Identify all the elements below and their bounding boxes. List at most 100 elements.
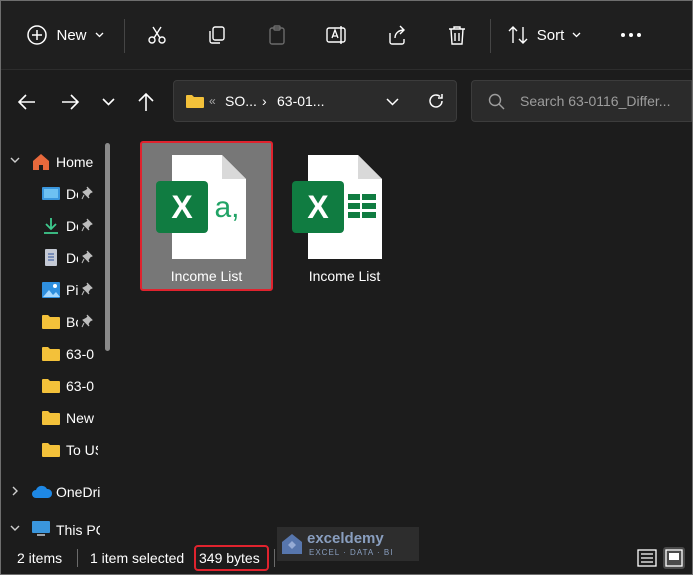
sidebar-item-documents[interactable]: Documents: [1, 243, 101, 273]
sort-button[interactable]: Sort: [504, 1, 584, 69]
sidebar-item-downloads[interactable]: Downloads: [1, 211, 101, 241]
item-count: 2 items: [17, 550, 63, 566]
svg-text:a,: a,: [214, 191, 239, 224]
more-icon: [621, 33, 641, 37]
new-button-label: New: [56, 26, 87, 44]
more-options-button[interactable]: [611, 1, 651, 69]
overflow-chevron[interactable]: «: [209, 94, 216, 108]
sidebar-item-label: Desktop: [66, 186, 78, 202]
status-bar: 2 items 1 item selected 349 bytes: [1, 543, 692, 574]
recent-locations-button[interactable]: [93, 81, 123, 123]
svg-text:X: X: [307, 189, 329, 225]
sidebar-item-pictures[interactable]: Pictures: [1, 275, 101, 305]
new-button[interactable]: New: [15, 1, 115, 69]
breadcrumb-2[interactable]: 63-01...: [277, 93, 324, 109]
pin-icon[interactable]: [81, 314, 93, 328]
copy-button[interactable]: [199, 1, 235, 69]
scissors-icon: [148, 26, 166, 44]
chevron-down-icon[interactable]: [386, 98, 399, 106]
sidebar-item-home[interactable]: Home: [1, 147, 101, 177]
breadcrumb-separator: ›: [262, 93, 267, 109]
refresh-icon[interactable]: [427, 92, 445, 110]
back-button[interactable]: [10, 81, 44, 123]
breadcrumb-1[interactable]: SO...: [225, 93, 257, 109]
file-item-csv[interactable]: X a, Income List: [140, 141, 273, 291]
sidebar-item-label: OneDrive: [56, 484, 100, 500]
sidebar-item-new[interactable]: New: [1, 403, 101, 433]
download-icon: [44, 218, 58, 234]
details-view-icon: [637, 549, 657, 567]
up-button[interactable]: [129, 81, 163, 123]
rename-button[interactable]: [319, 1, 355, 69]
navigation-pane: Home Desktop Downloads Documents Picture…: [1, 135, 121, 545]
folder-icon: [186, 95, 204, 108]
folder-icon: [42, 315, 60, 329]
chevron-down-icon: [10, 157, 20, 163]
search-icon: [488, 93, 505, 110]
sidebar-item-onedrive[interactable]: OneDrive: [1, 477, 101, 507]
picture-icon: [42, 282, 60, 298]
size-highlight: [194, 545, 269, 571]
arrow-right-icon: [62, 94, 80, 110]
plus-circle-icon: [27, 25, 48, 45]
folder-icon: [42, 443, 60, 457]
file-name: Income List: [170, 268, 243, 284]
delete-button[interactable]: [439, 1, 475, 69]
sidebar-item-folder-1[interactable]: 63-0: [1, 339, 101, 369]
desktop-icon: [42, 187, 60, 200]
chevron-down-icon: [10, 525, 20, 531]
tiles-view-icon: [665, 549, 683, 567]
file-item-xlsx[interactable]: X Income List: [278, 141, 411, 291]
chevron-down-icon: [101, 98, 115, 106]
sort-button-label: Sort: [536, 26, 565, 44]
details-view-button[interactable]: [636, 547, 658, 569]
clipboard-icon: [269, 25, 285, 45]
sidebar-item-this-pc[interactable]: This PC: [1, 515, 101, 545]
sidebar-item-label: Home: [56, 154, 94, 170]
large-icons-view-button[interactable]: [663, 547, 685, 569]
paste-button[interactable]: [259, 1, 295, 69]
pin-icon[interactable]: [81, 282, 93, 296]
sidebar-item-label: New: [66, 410, 95, 426]
document-icon: [45, 249, 57, 266]
selection-count: 1 item selected: [90, 550, 185, 566]
sidebar-item-label: 63-0: [66, 346, 95, 362]
sidebar-item-folder-2[interactable]: 63-0: [1, 371, 101, 401]
sidebar-item-label: Pictures: [66, 282, 78, 298]
chevron-down-icon: [95, 32, 103, 38]
sidebar-item-books[interactable]: Books: [1, 307, 101, 337]
sidebar-item-label: 63-0: [66, 378, 95, 394]
cloud-icon: [32, 485, 53, 498]
folder-icon: [42, 347, 60, 361]
pin-icon[interactable]: [81, 186, 93, 200]
sidebar-item-to-us[interactable]: To US: [1, 435, 101, 465]
sidebar-item-label: Downloads: [66, 218, 78, 234]
svg-text:X: X: [171, 189, 193, 225]
command-bar: New Sort: [1, 1, 692, 70]
sort-icon: [508, 26, 528, 44]
sidebar-item-desktop[interactable]: Desktop: [1, 179, 101, 209]
chevron-down-icon: [572, 32, 581, 38]
cut-button[interactable]: [139, 1, 175, 69]
forward-button[interactable]: [53, 81, 87, 123]
file-name: Income List: [308, 268, 381, 284]
rename-icon: [326, 26, 346, 44]
pin-icon[interactable]: [81, 250, 93, 264]
share-icon: [389, 25, 405, 45]
copy-icon: [209, 26, 225, 44]
folder-icon: [42, 379, 60, 393]
search-box[interactable]: Search 63-0116_Differ...: [471, 80, 692, 122]
folder-icon: [42, 411, 60, 425]
share-button[interactable]: [379, 1, 415, 69]
address-bar[interactable]: « SO... › 63-01...: [173, 80, 457, 122]
pc-icon: [32, 521, 50, 536]
chevron-right-icon: [12, 486, 18, 496]
search-placeholder: Search 63-0116_Differ...: [520, 93, 671, 109]
excel-csv-file-icon: X a,: [156, 155, 246, 259]
sidebar-item-label: Documents: [66, 250, 78, 266]
file-explorer-window: New Sort « SO... › 63-01... Search 63-01…: [0, 0, 693, 575]
sidebar-item-label: This PC: [56, 522, 100, 538]
trash-icon: [449, 26, 465, 45]
pin-icon[interactable]: [81, 218, 93, 232]
navigation-scrollbar[interactable]: [105, 143, 110, 351]
